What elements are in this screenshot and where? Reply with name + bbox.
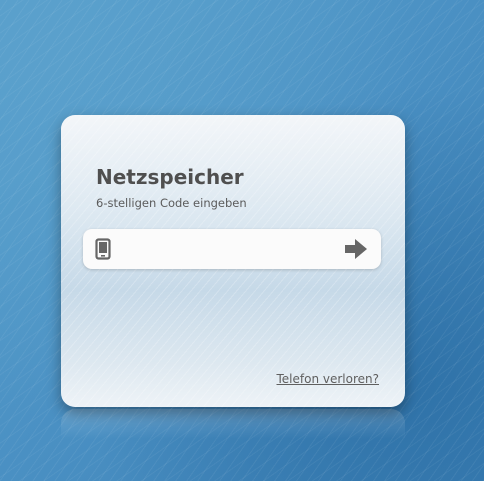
login-card: Netzspeicher 6-stelligen Code eingeben T… [61, 115, 405, 407]
page-title: Netzspeicher [96, 165, 244, 189]
code-instruction: 6-stelligen Code eingeben [96, 196, 247, 210]
code-input[interactable] [121, 235, 331, 263]
code-field [83, 229, 381, 269]
lost-phone-link[interactable]: Telefon verloren? [277, 372, 380, 386]
phone-icon [95, 238, 111, 260]
arrow-right-icon [344, 238, 368, 263]
card-reflection [61, 409, 405, 439]
submit-button[interactable] [341, 235, 371, 263]
